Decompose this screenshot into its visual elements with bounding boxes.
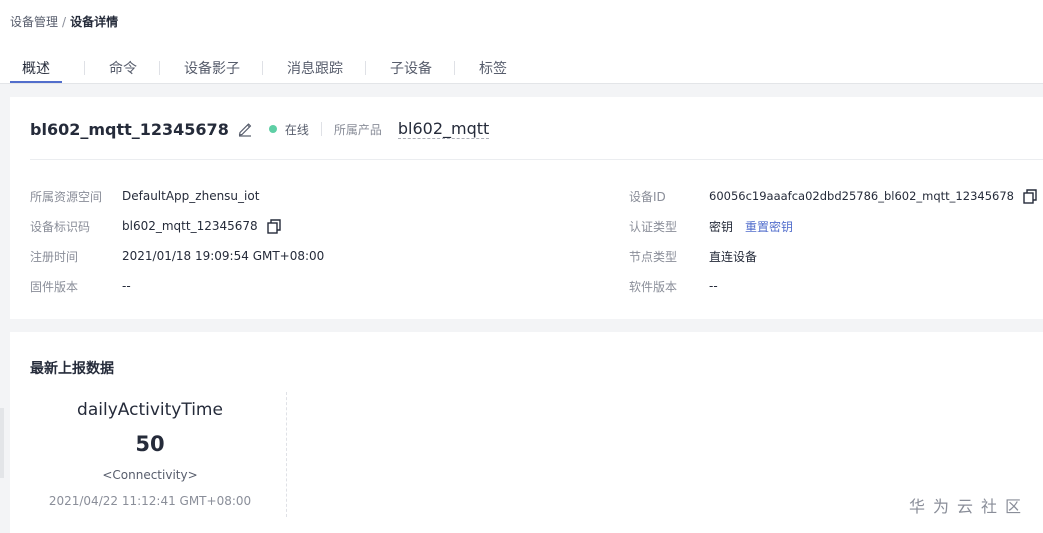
field-label: 设备ID [629,189,666,204]
field-firmware-version: 固件版本 -- [30,277,131,295]
tab-bar: 概述 命令 设备影子 消息跟踪 子设备 标签 [10,50,507,83]
field-label: 软件版本 [629,279,678,294]
tab-divider [84,61,85,75]
tab-divider [262,61,263,75]
field-label: 认证类型 [629,219,678,234]
field-label: 节点类型 [629,249,678,264]
product-label: 所属产品 [333,122,382,137]
online-status-dot [268,125,277,133]
field-resource-space: 所属资源空间 DefaultApp_zhensu_iot [30,187,259,205]
tab-divider [365,61,366,75]
field-value: bl602_mqtt_12345678 [122,219,258,233]
edit-icon[interactable] [237,121,253,137]
field-node-type: 节点类型 直连设备 [629,247,757,265]
product-link[interactable]: bl602_mqtt [397,119,490,139]
top-bar: 设备管理 / 设备详情 概述 命令 设备影子 消息跟踪 子设备 标签 [0,0,1043,84]
tab-device-shadow[interactable]: 设备影子 [184,50,240,83]
field-value: 60056c19aaafca02dbd25786_bl602_mqtt_1234… [709,189,1014,203]
field-value: -- [122,279,131,293]
tab-message-trace[interactable]: 消息跟踪 [287,50,343,83]
title-divider [320,122,322,136]
left-edge-handle [0,408,4,478]
field-register-time: 注册时间 2021/01/18 19:09:54 GMT+08:00 [30,247,324,265]
field-label: 固件版本 [30,279,79,294]
metric-card[interactable]: dailyActivityTime 50 <Connectivity> 2021… [30,394,270,524]
field-value: 直连设备 [709,249,758,264]
breadcrumb-current: 设备详情 [70,15,119,29]
field-value: 2021/01/18 19:09:54 GMT+08:00 [122,249,325,263]
field-label: 设备标识码 [30,219,91,234]
metric-value: 50 [135,432,165,456]
field-device-id: 设备ID 60056c19aaafca02dbd25786_bl602_mqtt… [629,187,1038,205]
metric-timestamp: 2021/04/22 11:12:41 GMT+08:00 [48,494,252,508]
tab-divider [159,61,160,75]
tab-child-devices[interactable]: 子设备 [390,50,432,83]
latest-data-card: 最新上报数据 dailyActivityTime 50 <Connectivit… [10,332,1043,533]
reset-secret-link[interactable]: 重置密钥 [745,218,793,235]
metric-service: <Connectivity> [102,468,198,482]
tab-tags[interactable]: 标签 [479,50,507,83]
field-node-id: 设备标识码 bl602_mqtt_12345678 [30,217,282,235]
breadcrumb-separator: / [62,15,67,29]
device-status: 在线 [284,122,309,137]
section-title: 最新上报数据 [30,361,114,377]
device-info-card: bl602_mqtt_12345678 在线 所属产品 bl602_mqtt 所… [10,97,1043,319]
metric-divider [286,392,287,517]
breadcrumb-parent[interactable]: 设备管理 [10,15,58,29]
tab-commands[interactable]: 命令 [109,50,137,83]
info-divider [30,159,1043,160]
tab-divider [454,61,455,75]
field-label: 所属资源空间 [30,189,103,204]
device-title-row: bl602_mqtt_12345678 在线 所属产品 bl602_mqtt [30,117,490,141]
field-auth-type: 认证类型 密钥 重置密钥 [629,217,793,235]
watermark: 华为云社区 [908,497,1029,516]
device-name: bl602_mqtt_12345678 [30,119,229,139]
field-value: 密钥 [709,219,734,234]
field-value: -- [709,279,718,293]
metric-name: dailyActivityTime [77,400,223,420]
copy-icon[interactable] [266,218,282,234]
breadcrumb: 设备管理 / 设备详情 [10,13,118,30]
field-label: 注册时间 [30,249,79,264]
field-value: DefaultApp_zhensu_iot [122,189,260,203]
field-software-version: 软件版本 -- [629,277,718,295]
tab-overview[interactable]: 概述 [10,50,62,83]
copy-icon[interactable] [1022,188,1038,204]
